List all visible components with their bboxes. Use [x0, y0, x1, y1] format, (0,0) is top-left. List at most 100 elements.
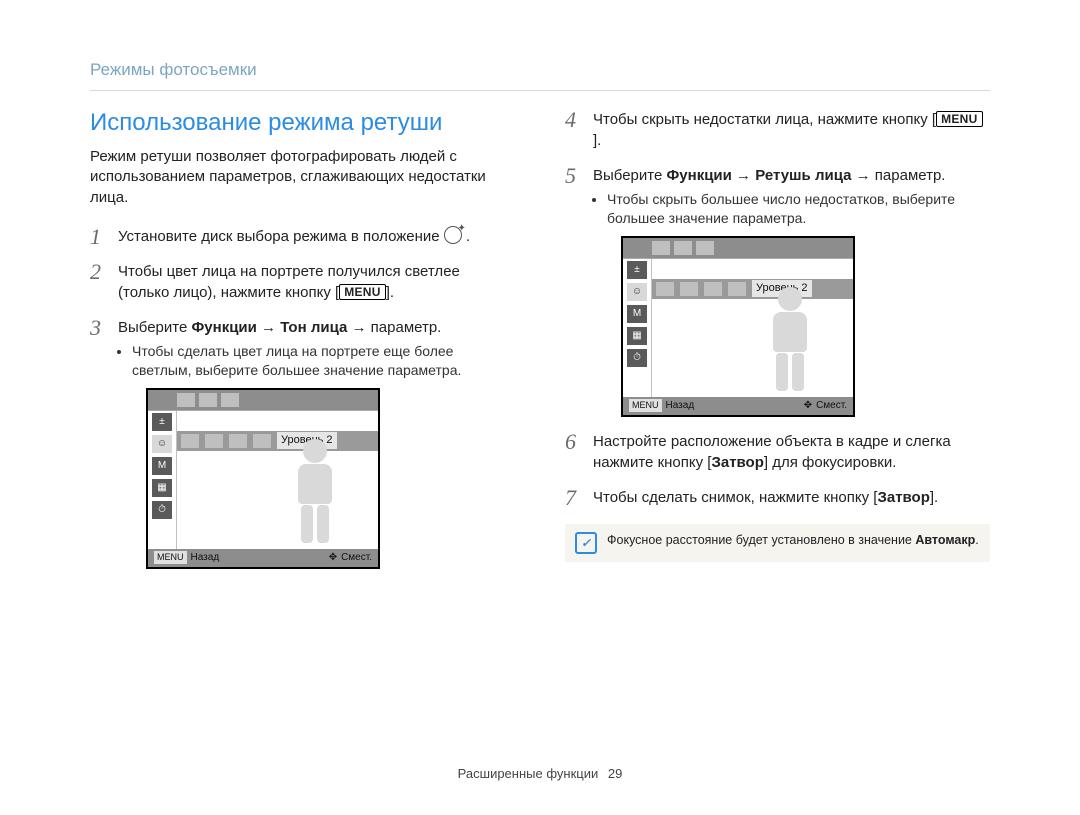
intro-text: Режим ретуши позволяет фотографировать л…: [90, 147, 515, 208]
cam-level-chip: [205, 434, 223, 448]
cam-timer-icon: ⏱: [152, 501, 172, 519]
cam-sd-icon: [176, 392, 196, 408]
cam-bottombar: MENU Назад ✥ Смест.: [623, 397, 853, 415]
cam-topbar: [148, 390, 378, 411]
cam-left-icons: ± ☺ M ▦ ⏱: [148, 411, 177, 549]
nav-cross-icon: ✥: [329, 551, 337, 565]
step-text: Чтобы сделать снимок, нажмите кнопку [: [593, 489, 877, 506]
cam-grid-icon: ▦: [627, 327, 647, 345]
info-note: ✓ Фокусное расстояние будет установлено …: [565, 524, 990, 562]
manual-page: Режимы фотосъемки Использование режима р…: [0, 0, 1080, 815]
cam-indicator-icon: [673, 240, 693, 256]
cam-body: ± ☺ M ▦ ⏱: [623, 259, 853, 397]
step-text-tail: ].: [930, 489, 938, 506]
cam-face-icon: ☺: [152, 435, 172, 453]
step-number: 5: [565, 161, 576, 192]
step-text-tail: .: [597, 132, 601, 149]
step-bold: Затвор: [877, 489, 929, 506]
cam-mode-icon: M: [152, 457, 172, 475]
nav-cross-icon: ✥: [804, 399, 812, 413]
step-bold: Функции: [191, 319, 256, 336]
menu-key: MENU: [339, 284, 386, 300]
sub-step: Чтобы сделать цвет лица на портрете еще …: [132, 342, 515, 380]
note-bold: Автомакр: [915, 533, 975, 547]
section-title: Использование режима ретуши: [90, 109, 515, 137]
cam-level-chip: [728, 282, 746, 296]
cam-move-label: Смест.: [341, 551, 372, 565]
cam-sd-icon: [651, 240, 671, 256]
info-icon: ✓: [575, 532, 597, 554]
cam-indicator-icon: [198, 392, 218, 408]
left-column: Использование режима ретуши Режим ретуши…: [90, 109, 515, 583]
breadcrumb: Режимы фотосъемки: [90, 60, 990, 80]
step-bold: Ретушь лица: [755, 167, 851, 184]
step-text: Чтобы цвет лица на портрете получился св…: [118, 263, 460, 301]
step-text: Выберите: [118, 319, 191, 336]
cam-timer-icon: ⏱: [627, 349, 647, 367]
step-3: 3 Выберите Функции → Тон лица → параметр…: [90, 317, 515, 569]
cam-level-chip: [229, 434, 247, 448]
step-text-tail: .: [390, 284, 394, 301]
page-footer: Расширенные функции 29: [0, 766, 1080, 781]
cam-level-chip: [656, 282, 674, 296]
camera-screenshot: ± ☺ M ▦ ⏱: [621, 236, 855, 417]
cam-canvas: Уровень 2: [177, 411, 378, 549]
steps-left: 1 Установите диск выбора режима в положе…: [90, 226, 515, 569]
cam-back-label: Назад: [191, 551, 220, 565]
person-silhouette-icon: [755, 287, 825, 397]
person-silhouette-icon: [280, 439, 350, 549]
step-number: 3: [90, 313, 101, 344]
cam-level-chip: [181, 434, 199, 448]
camera-screenshot: ± ☺ M ▦ ⏱: [146, 388, 380, 569]
note-text: Фокусное расстояние будет установлено в …: [607, 532, 979, 549]
cam-quality-icon: [220, 392, 240, 408]
step-number: 1: [90, 222, 101, 253]
step-number: 4: [565, 105, 576, 136]
cam-left-icons: ± ☺ M ▦ ⏱: [623, 259, 652, 397]
cam-menu-tag: MENU: [154, 551, 187, 564]
arrow: →: [261, 319, 280, 336]
step-text: Установите диск выбора режима в положени…: [118, 228, 444, 245]
step-number: 7: [565, 483, 576, 514]
note-text-b: .: [975, 533, 978, 547]
cam-body: ± ☺ M ▦ ⏱: [148, 411, 378, 549]
beauty-mode-icon: [444, 226, 462, 244]
step-number: 2: [90, 257, 101, 288]
cam-bottombar: MENU Назад ✥ Смест.: [148, 549, 378, 567]
cam-face-icon: ☺: [627, 283, 647, 301]
step-text: Выберите: [593, 167, 666, 184]
right-column: 4 Чтобы скрыть недостатки лица, нажмите …: [565, 109, 990, 583]
cam-back-label: Назад: [666, 399, 695, 413]
footer-section: Расширенные функции: [458, 766, 599, 781]
step-6: 6 Настройте расположение объекта в кадре…: [565, 431, 990, 473]
cam-menu-tag: MENU: [629, 399, 662, 412]
step-number: 6: [565, 427, 576, 458]
cam-level-chip: [704, 282, 722, 296]
step-text: Чтобы скрыть недостатки лица, нажмите кн…: [593, 111, 932, 128]
step-bold: Тон лица: [280, 319, 347, 336]
cam-level-chip: [253, 434, 271, 448]
divider: [90, 90, 990, 91]
step-bold: Затвор: [711, 454, 763, 471]
page-number: 29: [608, 766, 622, 781]
steps-right: 4 Чтобы скрыть недостатки лица, нажмите …: [565, 109, 990, 508]
cam-level-chip: [680, 282, 698, 296]
step-tail: → параметр.: [856, 167, 946, 184]
cam-ev-icon: ±: [627, 261, 647, 279]
step-5: 5 Выберите Функции → Ретушь лица → парам…: [565, 165, 990, 417]
sub-step: Чтобы скрыть большее число недостатков, …: [607, 190, 990, 228]
step-7: 7 Чтобы сделать снимок, нажмите кнопку […: [565, 487, 990, 508]
step-4: 4 Чтобы скрыть недостатки лица, нажмите …: [565, 109, 990, 151]
sub-steps: Чтобы сделать цвет лица на портрете еще …: [118, 342, 515, 380]
cam-move-label: Смест.: [816, 399, 847, 413]
step-bold: Функции: [666, 167, 731, 184]
arrow: →: [736, 167, 755, 184]
step-1: 1 Установите диск выбора режима в положе…: [90, 226, 515, 247]
note-text-a: Фокусное расстояние будет установлено в …: [607, 533, 915, 547]
step-tail: → параметр.: [352, 319, 442, 336]
cam-topbar: [623, 238, 853, 259]
menu-key: MENU: [936, 111, 983, 127]
cam-quality-icon: [695, 240, 715, 256]
cam-grid-icon: ▦: [152, 479, 172, 497]
cam-mode-icon: M: [627, 305, 647, 323]
